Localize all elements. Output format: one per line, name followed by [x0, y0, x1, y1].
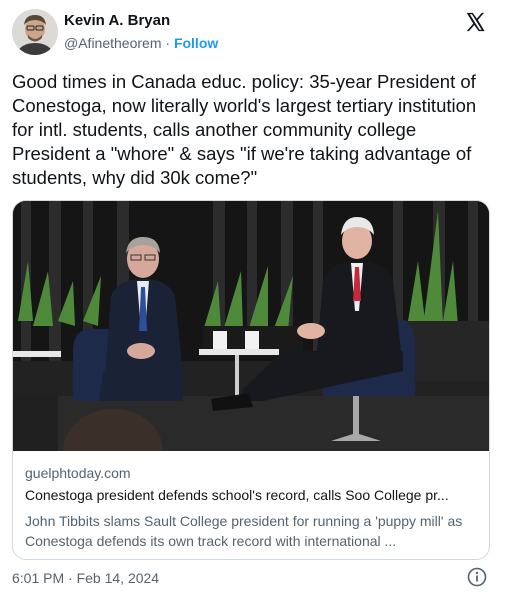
link-preview-card[interactable]: guelphtoday.com Conestoga president defe…	[12, 200, 490, 560]
tweet-text: Good times in Canada educ. policy: 35-ye…	[12, 71, 477, 188]
tweet-timestamp[interactable]: 6:01 PM · Feb 14, 2024	[12, 570, 159, 586]
avatar[interactable]	[12, 9, 58, 55]
tweet-embed: Kevin A. Bryan @Afinetheorem · Follow Go…	[0, 0, 505, 596]
link-domain[interactable]: guelphtoday.com	[25, 465, 131, 481]
handle-separator: ·	[165, 35, 171, 51]
author-handle-row: @Afinetheorem · Follow	[64, 35, 218, 51]
info-icon[interactable]	[467, 567, 487, 587]
follow-button[interactable]: Follow	[174, 35, 218, 51]
author-handle[interactable]: @Afinetheorem	[64, 35, 161, 51]
link-preview-image[interactable]	[13, 201, 489, 493]
x-logo-icon[interactable]	[464, 11, 486, 33]
author-name[interactable]: Kevin A. Bryan	[64, 12, 170, 29]
link-headline[interactable]: Conestoga president defends school's rec…	[25, 487, 480, 503]
link-description[interactable]: John Tibbits slams Sault College preside…	[25, 511, 480, 551]
